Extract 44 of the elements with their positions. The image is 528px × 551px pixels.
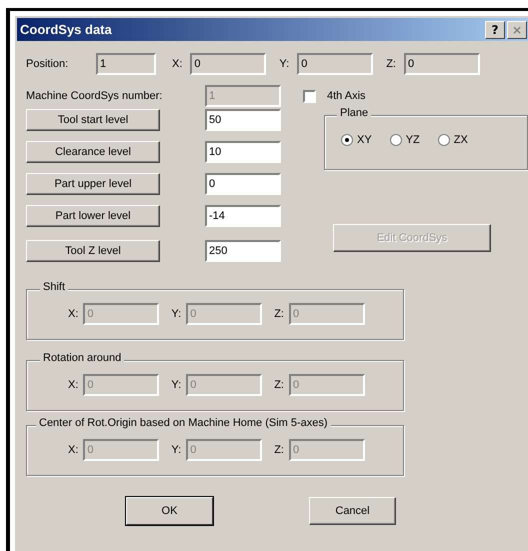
group-title: Shift [40, 281, 68, 293]
level-field[interactable]: 50 [205, 109, 281, 131]
axis-label: Z: [386, 58, 396, 70]
cancel-button[interactable]: Cancel [309, 497, 396, 525]
level-button[interactable]: Part upper level [26, 173, 160, 195]
axis-label: Y: [171, 444, 182, 456]
position-label: Position: [26, 58, 70, 70]
axis-label: X: [68, 308, 78, 320]
ok-button[interactable]: OK [126, 497, 213, 525]
plane-title: Plane [337, 107, 372, 119]
plane-radio[interactable] [390, 134, 402, 146]
plane-option-label: ZX [454, 134, 468, 146]
axis-label: Y: [171, 308, 182, 320]
group-title: Center of Rot.Origin based on Machine Home (Sim 5-axes) [36, 417, 331, 429]
machine-coordsys-label: Machine CoordSys number: [26, 90, 164, 102]
level-button[interactable]: Tool start level [26, 109, 160, 131]
axis-label: X: [68, 379, 78, 391]
position-field[interactable]: 1 [96, 53, 156, 75]
axis-label: X: [68, 444, 78, 456]
fourth-axis-label: 4th Axis [327, 90, 366, 102]
axis-label: Z: [274, 444, 284, 456]
plane-option-label: XY [357, 134, 372, 146]
axis-label: Y: [171, 379, 182, 391]
help-button[interactable]: ? [485, 20, 505, 38]
axis-label: Z: [274, 379, 284, 391]
level-button[interactable]: Part lower level [26, 205, 160, 227]
coordinate-field[interactable]: 0 [297, 53, 374, 75]
coordinate-field[interactable]: 0 [190, 53, 266, 75]
level-field[interactable]: 10 [205, 141, 281, 163]
level-button[interactable]: Tool Z level [26, 240, 160, 262]
level-field[interactable]: 250 [205, 240, 281, 262]
fourth-axis-checkbox[interactable] [303, 90, 316, 102]
plane-option-label: YZ [406, 134, 420, 146]
level-field[interactable]: -14 [205, 205, 281, 227]
axis-label: Z: [274, 308, 284, 320]
group-title: Rotation around [40, 352, 124, 364]
level-button[interactable]: Clearance level [26, 141, 160, 163]
axis-label: X: [172, 58, 182, 70]
plane-radio[interactable] [438, 134, 450, 146]
plane-radio[interactable] [341, 134, 353, 146]
coordinate-field[interactable]: 0 [404, 53, 480, 75]
window-title: CoordSys data [20, 22, 112, 37]
level-field[interactable]: 0 [205, 173, 281, 195]
axis-label: Y: [279, 58, 290, 70]
